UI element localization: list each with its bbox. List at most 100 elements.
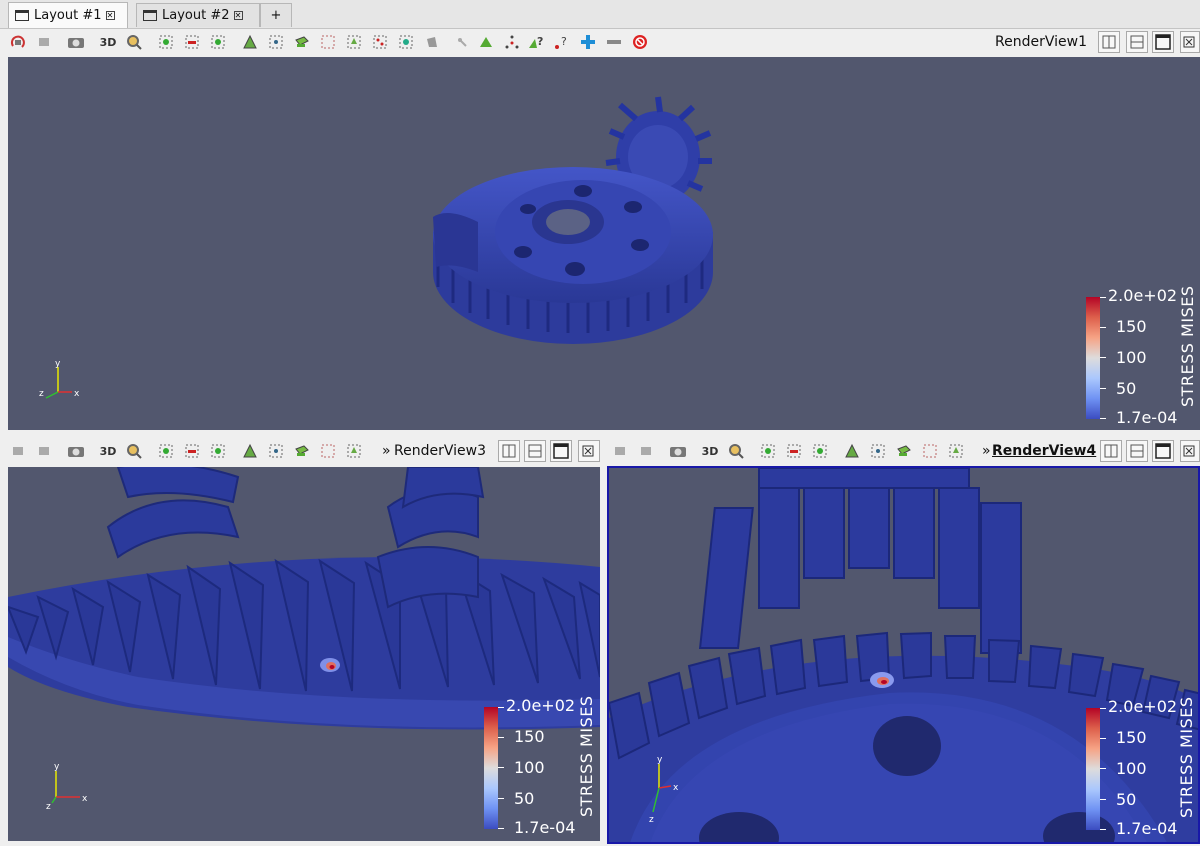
select-points-on-icon[interactable] bbox=[182, 441, 202, 461]
interactive-select-cells-icon[interactable] bbox=[920, 441, 940, 461]
select-cells-on-icon[interactable] bbox=[156, 441, 176, 461]
new-layout-tab-button[interactable]: + bbox=[260, 3, 292, 27]
select-cells-frustum-icon[interactable] bbox=[240, 441, 260, 461]
select-points-frustum-icon[interactable] bbox=[266, 441, 286, 461]
polygon-select-cells-icon[interactable] bbox=[370, 32, 390, 52]
select-points-icon[interactable] bbox=[208, 32, 228, 52]
tab-layout-1[interactable]: Layout #1 ✕ bbox=[8, 2, 128, 28]
screenshot-icon[interactable] bbox=[66, 441, 86, 461]
colorbar-tick bbox=[498, 828, 504, 829]
svg-text:?: ? bbox=[537, 35, 543, 48]
close-tab-icon[interactable]: ✕ bbox=[233, 11, 243, 20]
select-points-on-icon[interactable] bbox=[784, 441, 804, 461]
colorbar-label-max: 2.0e+02 bbox=[1108, 697, 1178, 716]
polygon-select-points-icon[interactable] bbox=[396, 32, 416, 52]
renderview1-toolbar: 3D ? ? RenderView1 bbox=[0, 29, 1200, 55]
tab-label: Layout #1 bbox=[34, 8, 102, 23]
colorbar-label-min: 1.7e-04 bbox=[1116, 408, 1178, 427]
hover-tooltip-points-icon[interactable]: ? bbox=[526, 32, 546, 52]
colorbar-label-150: 150 bbox=[1116, 317, 1147, 336]
interactive-select-cells-icon[interactable] bbox=[318, 441, 338, 461]
add-selection-icon[interactable] bbox=[578, 32, 598, 52]
hover-points-icon[interactable] bbox=[476, 32, 496, 52]
render-view-4[interactable]: y x z 2.0e+02 150 100 50 1.7e-04 STRESS … bbox=[607, 466, 1200, 844]
reset-camera-icon[interactable] bbox=[8, 441, 28, 461]
close-view-button[interactable] bbox=[578, 440, 600, 462]
colorbar-tick bbox=[498, 767, 504, 768]
toggle-3d-button[interactable]: 3D bbox=[98, 441, 118, 461]
select-points-frustum-icon[interactable] bbox=[868, 441, 888, 461]
colorbar-tick bbox=[498, 707, 504, 708]
colorbar-label-50: 50 bbox=[1116, 790, 1137, 809]
interactive-select-cells-icon[interactable] bbox=[318, 32, 338, 52]
select-cells-on-icon[interactable] bbox=[156, 32, 176, 52]
split-horizontal-button[interactable] bbox=[1098, 31, 1120, 53]
interactive-select-points-icon[interactable] bbox=[344, 441, 364, 461]
colorbar-label-max: 2.0e+02 bbox=[1108, 286, 1178, 305]
select-cells-on-icon[interactable] bbox=[758, 441, 778, 461]
colorbar-label-min: 1.7e-04 bbox=[514, 818, 576, 837]
colorbar-label-max: 2.0e+02 bbox=[506, 696, 576, 715]
colorbar-tick bbox=[1100, 708, 1106, 709]
select-block-icon[interactable] bbox=[894, 441, 914, 461]
close-tab-icon[interactable]: ✕ bbox=[105, 11, 115, 20]
colorbar-label-100: 100 bbox=[1116, 348, 1147, 367]
select-points-icon[interactable] bbox=[810, 441, 830, 461]
tab-layout-2[interactable]: Layout #2 ✕ bbox=[136, 3, 260, 27]
reset-camera-icon[interactable] bbox=[8, 32, 28, 52]
maximize-button[interactable] bbox=[1152, 31, 1174, 53]
interactive-select-points-icon[interactable] bbox=[946, 441, 966, 461]
undo-camera-icon[interactable] bbox=[636, 441, 656, 461]
close-view-button[interactable] bbox=[1180, 31, 1200, 53]
undo-camera-icon[interactable] bbox=[34, 441, 54, 461]
split-vertical-button[interactable] bbox=[1126, 31, 1148, 53]
select-block-icon[interactable] bbox=[292, 441, 312, 461]
grow-selection-icon[interactable] bbox=[422, 32, 442, 52]
layout-tab-bar: Layout #1 ✕ Layout #2 ✕ + bbox=[0, 0, 1200, 29]
zoom-to-box-icon[interactable] bbox=[124, 32, 144, 52]
split-horizontal-button[interactable] bbox=[1100, 440, 1122, 462]
colorbar-tick bbox=[1100, 738, 1106, 739]
colorbar-label-150: 150 bbox=[1116, 728, 1147, 747]
colorbar-tick bbox=[1100, 768, 1106, 769]
select-points-frustum-icon[interactable] bbox=[266, 32, 286, 52]
select-cells-frustum-icon[interactable] bbox=[842, 441, 862, 461]
interactive-select-points-icon[interactable] bbox=[344, 32, 364, 52]
zoom-to-box-icon[interactable] bbox=[124, 441, 144, 461]
toolbar-overflow-icon[interactable]: » bbox=[982, 438, 991, 464]
colorbar-label-50: 50 bbox=[1116, 379, 1137, 398]
render-view-1[interactable]: y x z 2.0e+02 150 100 50 1.7e-04 STRESS … bbox=[8, 57, 1200, 430]
reset-camera-icon[interactable] bbox=[610, 441, 630, 461]
colorbar-tick bbox=[498, 798, 504, 799]
colorbar-tick bbox=[498, 737, 504, 738]
select-points-on-icon[interactable] bbox=[182, 32, 202, 52]
colorbar-label-100: 100 bbox=[514, 758, 545, 777]
split-vertical-button[interactable] bbox=[524, 440, 546, 462]
toggle-3d-button[interactable]: 3D bbox=[700, 441, 720, 461]
select-points-icon[interactable] bbox=[208, 441, 228, 461]
colorbar-title: STRESS MISES bbox=[1177, 696, 1196, 819]
toggle-3d-button[interactable]: 3D bbox=[98, 32, 118, 52]
screenshot-icon[interactable] bbox=[668, 441, 688, 461]
colorbar-tick bbox=[1100, 327, 1106, 328]
shrink-selection-icon[interactable] bbox=[452, 32, 472, 52]
screenshot-icon[interactable] bbox=[66, 32, 86, 52]
clear-selection-icon[interactable] bbox=[630, 32, 650, 52]
tab-label: Layout #2 bbox=[162, 8, 230, 23]
maximize-button[interactable] bbox=[1152, 440, 1174, 462]
split-horizontal-button[interactable] bbox=[498, 440, 520, 462]
select-block-icon[interactable] bbox=[292, 32, 312, 52]
split-vertical-button[interactable] bbox=[1126, 440, 1148, 462]
axis-y-label: y bbox=[55, 359, 61, 369]
subtract-selection-icon[interactable] bbox=[604, 32, 624, 52]
close-view-button[interactable] bbox=[1180, 440, 1200, 462]
maximize-button[interactable] bbox=[550, 440, 572, 462]
toolbar-overflow-icon[interactable]: » bbox=[382, 438, 391, 464]
render-view-3[interactable]: y x z 2.0e+02 150 100 50 1.7e-04 STRESS … bbox=[8, 467, 600, 841]
axis-z-label: z bbox=[46, 802, 51, 812]
hover-tooltip-cells-icon[interactable]: ? bbox=[552, 32, 572, 52]
select-cells-frustum-icon[interactable] bbox=[240, 32, 260, 52]
undo-camera-icon[interactable] bbox=[34, 32, 54, 52]
zoom-to-box-icon[interactable] bbox=[726, 441, 746, 461]
hover-cells-icon[interactable] bbox=[502, 32, 522, 52]
